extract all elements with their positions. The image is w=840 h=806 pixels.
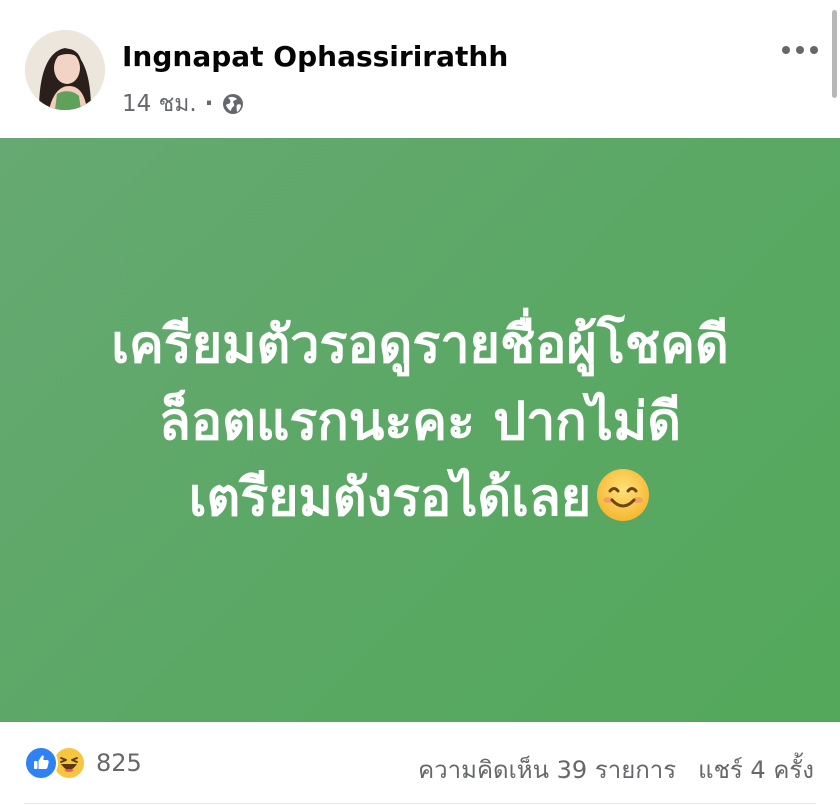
author-name[interactable]: Ingnapat Ophassirirathh bbox=[122, 40, 508, 73]
post-meta: 14 ชม. · bbox=[122, 86, 245, 122]
footer-divider bbox=[24, 803, 816, 804]
globe-icon[interactable] bbox=[221, 92, 245, 116]
like-icon bbox=[24, 746, 58, 780]
author-avatar[interactable] bbox=[25, 30, 105, 110]
post-header: Ingnapat Ophassirirathh 14 ชม. · bbox=[0, 0, 840, 138]
post-time[interactable]: 14 ชม. bbox=[122, 86, 197, 122]
reaction-count: 825 bbox=[96, 749, 142, 777]
post-text-line: เครียมตัวรอดูรายชื่อผู้โชคดี bbox=[111, 314, 729, 375]
post-footer: 825 ความคิดเห็น 39 รายการ แชร์ 4 ครั้ง bbox=[0, 722, 840, 806]
shares-count-link[interactable]: แชร์ 4 ครั้ง bbox=[698, 750, 814, 789]
post-text-line: ล็อตแรกนะคะ ปากไม่ดี bbox=[159, 391, 681, 452]
smiling-face-icon bbox=[597, 469, 650, 522]
more-options-icon[interactable] bbox=[782, 38, 818, 62]
reaction-summary[interactable]: 825 bbox=[24, 746, 142, 780]
comments-count-link[interactable]: ความคิดเห็น 39 รายการ bbox=[418, 750, 676, 789]
engagement-stats: ความคิดเห็น 39 รายการ แชร์ 4 ครั้ง bbox=[418, 750, 814, 789]
meta-separator: · bbox=[204, 91, 214, 117]
post-text-line: เตรียมตังรอได้เลย bbox=[188, 468, 592, 529]
scrollbar[interactable] bbox=[832, 10, 837, 98]
post-text-line-last: เตรียมตังรอได้เลย bbox=[111, 460, 729, 537]
post-content[interactable]: เครียมตัวรอดูรายชื่อผู้โชคดี ล็อตแรกนะคะ… bbox=[0, 138, 840, 722]
post-text: เครียมตัวรอดูรายชื่อผู้โชคดี ล็อตแรกนะคะ… bbox=[111, 307, 729, 538]
